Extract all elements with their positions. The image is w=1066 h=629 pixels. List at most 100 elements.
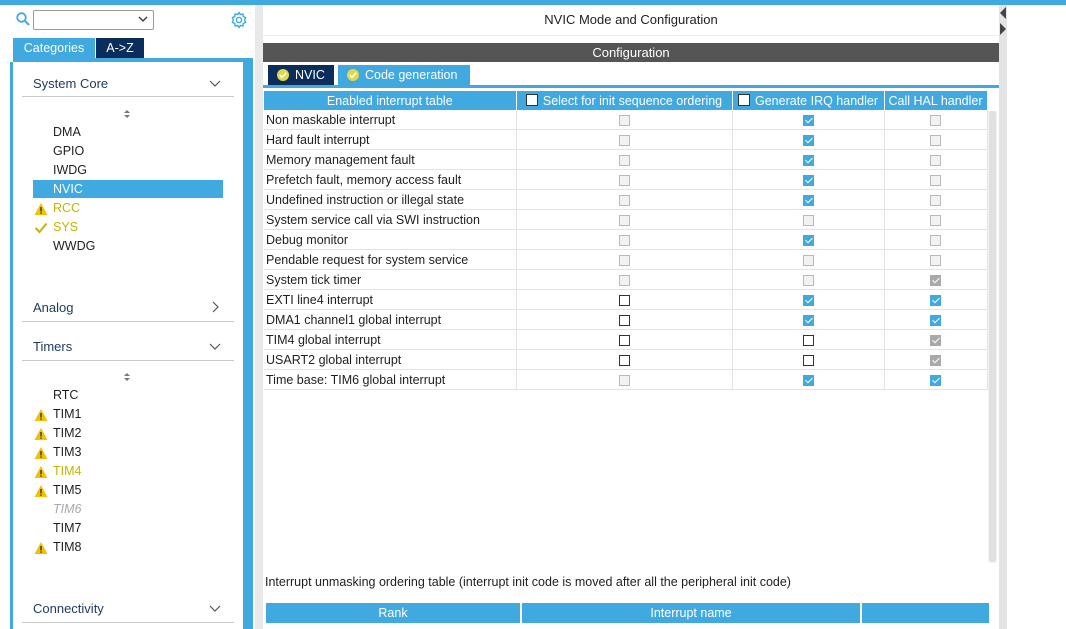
sidebar-item-dma[interactable]: DMA [53,123,81,141]
table-row[interactable]: Prefetch fault, memory access fault [264,169,988,190]
generate-irq-checkbox[interactable] [802,294,814,306]
table-row[interactable]: Pendable request for system service [264,249,988,270]
init-sequence-cell [516,309,733,330]
sidebar-item-iwdg[interactable]: IWDG [53,161,87,179]
generate-irq-checkbox[interactable] [802,174,814,186]
generate-irq-cell [732,129,885,150]
sidebar-item-tim8[interactable]: TIM8 [53,538,81,556]
call-hal-checkbox[interactable] [930,314,941,326]
generate-irq-checkbox[interactable] [802,354,814,366]
generate-irq-checkbox[interactable] [802,334,814,346]
collapse-left-icon[interactable] [1000,7,1006,19]
chevron-down-icon[interactable] [209,602,221,614]
divider [22,360,234,361]
call-hal-cell [884,189,988,210]
panel-scrollbar[interactable] [243,62,253,629]
tab-underline [263,85,999,88]
call-hal-cell [884,149,988,170]
search-combobox[interactable] [33,10,154,30]
table-scrollbar-thumb[interactable] [989,111,996,562]
generate-irq-cell [732,249,885,270]
call-hal-checkbox[interactable] [930,294,941,306]
table-row[interactable]: Debug monitor [264,229,988,250]
init-sequence-checkbox[interactable] [618,354,630,366]
select-all-irq-checkbox[interactable] [738,93,750,106]
table-row[interactable]: Time base: TIM6 global interrupt [264,369,988,390]
table-scrollbar[interactable] [988,111,997,563]
table-row[interactable]: System service call via SWI instruction [264,209,988,230]
call-hal-checkbox [930,234,941,246]
init-sequence-checkbox [618,114,630,126]
call-hal-checkbox[interactable] [930,374,941,386]
section-timers[interactable]: Timers [33,339,72,354]
table-row[interactable]: Memory management fault [264,149,988,170]
generate-irq-checkbox[interactable] [802,134,814,146]
sidebar-item-wwdg[interactable]: WWDG [53,237,95,255]
sort-icon[interactable] [122,372,132,382]
sidebar-item-rtc[interactable]: RTC [53,386,78,404]
section-analog[interactable]: Analog [33,300,73,315]
sidebar-item-tim5[interactable]: TIM5 [53,481,81,499]
select-all-init-checkbox[interactable] [525,93,538,106]
table-row[interactable]: USART2 global interrupt [264,349,988,370]
interrupt-name-cell: Prefetch fault, memory access fault [264,169,517,190]
call-hal-checkbox [930,154,941,166]
sidebar-item-tim4[interactable]: TIM4 [53,462,81,480]
interrupt-name-cell: USART2 global interrupt [264,349,517,370]
configuration-header: Configuration [263,43,999,62]
init-sequence-checkbox [618,214,630,226]
search-icon[interactable] [16,12,30,26]
gear-icon[interactable] [230,11,248,29]
table-row[interactable]: Undefined instruction or illegal state [264,189,988,210]
init-sequence-checkbox [618,374,630,386]
sidebar-item-tim2[interactable]: TIM2 [53,424,81,442]
column-header-name[interactable]: Enabled interrupt table [264,91,517,110]
call-hal-checkbox [930,194,941,206]
tab-nvic[interactable]: NVIC [268,65,334,85]
tab-code-generation[interactable]: Code generation [338,65,470,85]
chevron-down-icon[interactable] [209,77,221,89]
generate-irq-checkbox[interactable] [802,374,814,386]
table-row[interactable]: System tick timer [264,269,988,290]
sidebar-item-tim6[interactable]: TIM6 [53,500,81,518]
column-header-rank[interactable]: Rank [266,603,520,623]
table-row[interactable]: EXTI line4 interrupt [264,289,988,310]
chevron-down-icon[interactable] [209,340,221,352]
generate-irq-checkbox[interactable] [802,234,814,246]
column-header-generate-irq[interactable]: Generate IRQ handler [732,91,885,110]
sort-icon[interactable] [122,109,132,119]
generate-irq-checkbox[interactable] [802,154,814,166]
init-sequence-checkbox[interactable] [618,314,630,326]
init-sequence-checkbox[interactable] [618,334,630,346]
sidebar-item-tim7[interactable]: TIM7 [53,519,81,537]
sidebar-item-sys[interactable]: SYS [53,218,78,236]
table-row[interactable]: DMA1 channel1 global interrupt [264,309,988,330]
collapse-handle[interactable] [999,5,1007,629]
sidebar-item-tim1[interactable]: TIM1 [53,405,81,423]
column-header-interrupt-name[interactable]: Interrupt name [522,603,860,623]
table-row[interactable]: Hard fault interrupt [264,129,988,150]
init-sequence-checkbox[interactable] [618,294,630,306]
section-system-core[interactable]: System Core [33,76,108,91]
section-connectivity[interactable]: Connectivity [33,601,104,616]
tab-categories[interactable]: Categories [13,38,95,58]
tab-a-z[interactable]: A->Z [96,38,144,58]
expand-right-icon[interactable] [1000,23,1006,35]
sidebar-item-tim3[interactable]: TIM3 [53,443,81,461]
check-circle-icon [347,69,359,81]
table-row[interactable]: TIM4 global interrupt [264,329,988,350]
sidebar-item-nvic[interactable]: NVIC [33,180,223,198]
call-hal-checkbox [930,134,941,146]
generate-irq-checkbox[interactable] [802,194,814,206]
left-panel: Categories A->Z System Core DMA GPIO IWD… [0,5,255,629]
sidebar-item-gpio[interactable]: GPIO [53,142,84,160]
column-header-call-hal[interactable]: Call HAL handler [884,91,988,110]
panel-splitter[interactable] [255,5,263,629]
chevron-right-icon[interactable] [209,301,221,313]
column-header-init-sequence[interactable]: Select for init sequence ordering [516,91,733,110]
table-row[interactable]: Non maskable interrupt [264,110,988,130]
sidebar-item-rcc[interactable]: RCC [53,199,80,217]
init-sequence-cell [516,110,733,130]
generate-irq-checkbox[interactable] [802,114,814,126]
generate-irq-checkbox[interactable] [802,314,814,326]
